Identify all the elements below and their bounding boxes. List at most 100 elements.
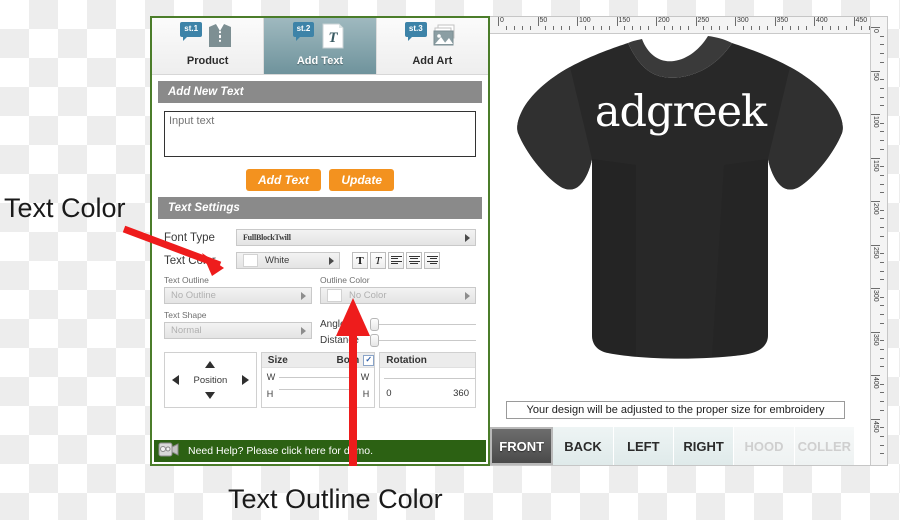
align-right-button[interactable]: [424, 252, 440, 269]
chevron-right-icon: [301, 291, 306, 300]
angle-slider[interactable]: [370, 318, 476, 331]
ruler-h-minor-tick: [553, 26, 555, 30]
view-tab-back[interactable]: BACK: [553, 427, 614, 465]
align-center-button[interactable]: [406, 252, 422, 269]
design-canvas[interactable]: adgreek Your design will be adjusted to …: [490, 33, 871, 465]
position-up-arrow-icon[interactable]: [205, 361, 216, 368]
ruler-v-minor-tick: [880, 35, 884, 37]
view-tab-right[interactable]: RIGHT: [673, 427, 735, 465]
ruler-v-minor-tick: [880, 96, 884, 98]
bold-button[interactable]: T: [352, 252, 368, 269]
rotation-range: 0 360: [380, 388, 475, 399]
ruler-h-minor-tick: [545, 26, 547, 30]
rotation-control: Rotation 0 360: [379, 352, 476, 408]
ruler-h-label: 250: [697, 17, 710, 24]
text-color-select[interactable]: White: [236, 252, 340, 269]
ruler-v-minor-tick: [880, 235, 884, 237]
ruler-v-minor-tick: [880, 427, 884, 429]
ruler-h-minor-tick: [798, 26, 800, 30]
view-tab-left[interactable]: LEFT: [613, 427, 674, 465]
text-outline-select[interactable]: No Outline: [164, 287, 312, 304]
align-left-button[interactable]: [388, 252, 404, 269]
add-text-button[interactable]: Add Text: [245, 169, 321, 191]
step-tab-product[interactable]: st.1 Product: [152, 18, 265, 74]
tshirt-graphic[interactable]: adgreek: [496, 35, 866, 365]
ruler-v-minor-tick: [880, 131, 884, 133]
preview-panel: 0 50 100 150 200 250 300 350 400 450 0 50 100 150 200…: [490, 16, 888, 466]
ruler-v-minor-tick: [880, 87, 884, 89]
distance-slider[interactable]: [370, 334, 476, 347]
rotation-slider[interactable]: [380, 368, 475, 388]
ruler-v-minor-tick: [880, 253, 884, 255]
ruler-v-minor-tick: [880, 348, 884, 350]
ruler-h-tick: [774, 17, 776, 26]
ruler-h-label: 50: [539, 17, 548, 24]
step-tab-add-text-label: Add Text: [296, 55, 344, 67]
ruler-v-minor-tick: [880, 435, 884, 437]
shirt-icon: [209, 23, 232, 47]
video-camera-icon: [158, 442, 179, 457]
ruler-v-label: 350: [872, 333, 879, 346]
svg-text:T: T: [329, 30, 339, 46]
ruler-v-minor-tick: [880, 122, 884, 124]
distance-slider-track: [370, 340, 476, 341]
ruler-v-minor-tick: [880, 174, 884, 176]
ruler-h-minor-tick: [663, 26, 665, 30]
text-document-icon: T: [322, 23, 344, 49]
size-title: Size: [267, 354, 288, 366]
ruler-v-tick: [871, 375, 880, 376]
ruler-h-minor-tick: [513, 26, 515, 30]
text-shape-label: Text Shape: [164, 310, 207, 320]
embroidery-note: Your design will be adjusted to the prop…: [506, 401, 845, 419]
text-settings-header: Text Settings: [158, 197, 482, 219]
ruler-v-minor-tick: [880, 401, 884, 403]
rotation-max: 360: [453, 388, 469, 399]
ruler-v-tick: [871, 201, 880, 202]
tshirt-svg: [516, 36, 843, 359]
text-shape-select[interactable]: Normal: [164, 322, 312, 339]
ruler-v-label: 250: [872, 246, 879, 259]
ruler-h-minor-tick: [750, 26, 752, 30]
ruler-v-minor-tick: [880, 409, 884, 411]
help-bar[interactable]: Need Help? Please click here for demo.: [154, 440, 486, 462]
rotation-header: Rotation: [380, 353, 475, 368]
ruler-v-minor-tick: [880, 183, 884, 185]
ruler-h-minor-tick: [648, 26, 650, 30]
ruler-v-tick: [871, 331, 880, 333]
view-tab-front[interactable]: FRONT: [490, 427, 554, 465]
ruler-v-label: 0: [872, 29, 879, 33]
step-badge-2: st.2: [292, 22, 315, 41]
shirt-print-text[interactable]: adgreek: [496, 91, 866, 134]
add-new-text-buttons: Add Text Update: [164, 169, 476, 191]
ruler-h-minor-tick: [687, 26, 689, 30]
step-tab-add-text[interactable]: st.2 T Add Text: [264, 18, 377, 74]
annotation-arrow-text-color: [122, 225, 224, 276]
position-control: Position: [164, 352, 257, 408]
step-tab-product-top: st.1: [180, 22, 235, 54]
ruler-v-minor-tick: [880, 140, 884, 142]
ruler-h-minor-tick: [521, 26, 523, 30]
update-text-button[interactable]: Update: [329, 169, 394, 191]
ruler-v-tick: [871, 114, 880, 115]
ruler-h-minor-tick: [632, 26, 634, 30]
ruler-h-label: 400: [816, 17, 828, 24]
step-badge-1: st.1: [180, 22, 203, 41]
image-stack-icon: [433, 24, 455, 46]
font-type-select[interactable]: FullBlockTwill: [236, 229, 476, 246]
position-down-arrow-icon[interactable]: [205, 392, 216, 399]
step-tab-add-art[interactable]: st.3 Add Art: [376, 18, 488, 74]
ruler-v-minor-tick: [880, 444, 884, 446]
add-new-text-header: Add New Text: [158, 81, 482, 103]
ruler-h-label: 350: [776, 17, 789, 24]
ruler-v-minor-tick: [880, 218, 884, 220]
italic-button[interactable]: T: [370, 252, 386, 269]
ruler-h-minor-tick: [719, 26, 721, 30]
shape-angle-row: Text Shape Normal Angle Distance: [164, 310, 476, 347]
tshirt-designer-app: st.1 Product st.2 T Add Text st.3 Add Ar…: [150, 16, 888, 466]
ruler-h-tick: [498, 17, 499, 26]
new-text-input[interactable]: [164, 111, 476, 157]
ruler-h-minor-tick: [600, 26, 602, 30]
ruler-h-tick: [577, 17, 578, 26]
ruler-h-minor-tick: [829, 26, 831, 30]
size-height-left-label: H: [266, 388, 274, 399]
